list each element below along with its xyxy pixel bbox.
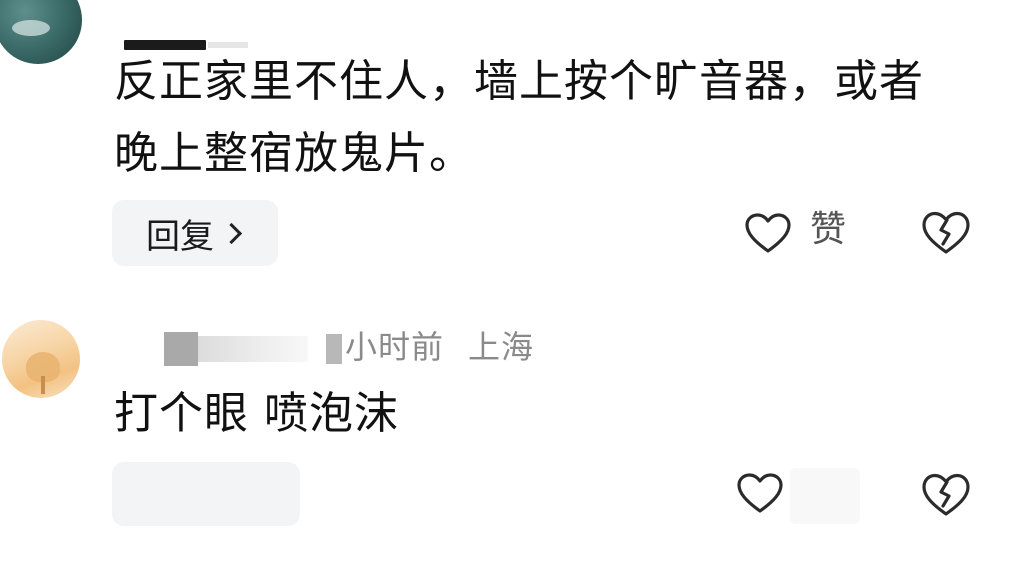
comment-meta: 小时前 上海 [345,331,534,363]
reply-button[interactable]: 回复 [112,200,278,266]
broken-heart-icon[interactable] [920,208,972,258]
reply-button-label: 回复 [146,216,214,257]
comment-text-line-2: 晚上整宿放鬼片。 [114,128,474,179]
like-count-label: 赞 [810,209,847,250]
redacted-username [164,332,198,366]
avatar[interactable] [0,0,82,64]
like-count-placeholder [790,468,860,524]
redacted-username-blur [208,42,248,48]
avatar[interactable] [2,320,80,398]
redacted-username [124,40,206,50]
comment-text-line-1: 反正家里不住人，墙上按个旷音器，或者 [114,56,924,107]
redacted-username-tail [326,334,342,364]
chevron-right-icon [220,222,243,244]
avatar-highlight [12,20,50,36]
comment-location: 上海 [468,328,535,366]
redacted-username-blur [198,336,308,362]
broken-heart-icon[interactable] [920,470,972,520]
reply-button[interactable] [112,462,300,526]
avatar-tree-trunk [41,376,45,394]
comment-time: 小时前 [345,328,445,366]
heart-outline-icon[interactable] [736,470,784,518]
heart-outline-icon[interactable] [744,210,792,258]
comment-text-line-1: 打个眼 喷泡沫 [114,388,399,439]
